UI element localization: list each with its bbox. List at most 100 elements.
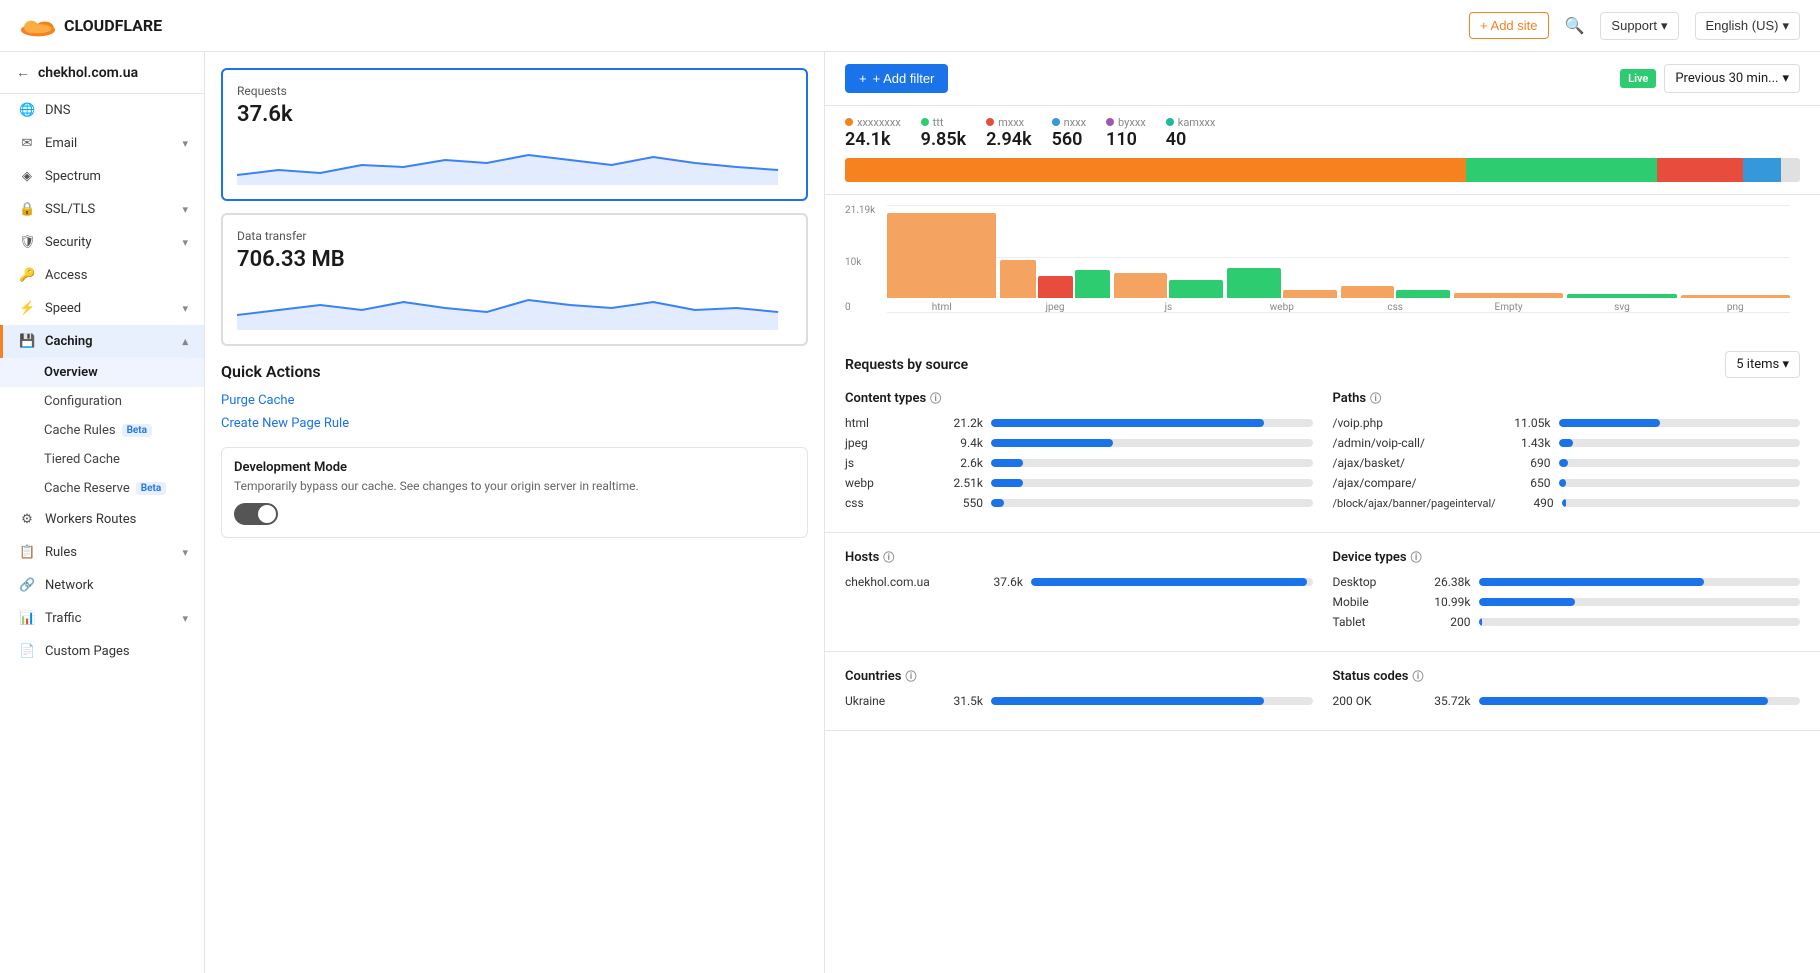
sidebar-label-rules: Rules [45, 545, 77, 560]
countries-info-icon: ⓘ [905, 668, 916, 684]
dns-icon: 🌐 [19, 103, 35, 118]
sidebar-sub-tiered-cache[interactable]: Tiered Cache [0, 445, 204, 474]
time-select-chevron: ▾ [1782, 71, 1789, 86]
body-wrap: ← chekhol.com.ua 🌐 DNS ✉ Email ▾ ◈ Spect… [0, 52, 1820, 973]
sidebar-label-dns: DNS [45, 103, 71, 118]
sidebar-item-caching[interactable]: 💾 Caching ▴ [0, 325, 204, 358]
dot-4 [1106, 118, 1114, 126]
requests-card-title: Requests [237, 84, 792, 98]
stacked-bar [845, 158, 1800, 182]
items-select[interactable]: 5 items ▾ [1725, 351, 1800, 378]
custom-pages-icon: 📄 [19, 644, 35, 659]
source-col-device-types: Device types ⓘ Desktop 26.38k Mobile 10.… [1333, 549, 1801, 635]
spectrum-icon: ◈ [19, 169, 35, 184]
topnav: CLOUDFLARE + Add site 🔍 Support ▾ Englis… [0, 0, 1820, 52]
search-button[interactable]: 🔍 [1565, 16, 1585, 36]
requests-card-value: 37.6k [237, 102, 792, 127]
toggle-knob [258, 505, 276, 523]
requests-by-source: Requests by source 5 items ▾ Content typ… [825, 335, 1820, 533]
add-site-button[interactable]: + Add site [1469, 12, 1548, 39]
source-row-ajax-compare: /ajax/compare/ 650 [1333, 476, 1801, 490]
hosts-device-columns: Hosts ⓘ chekhol.com.ua 37.6k Device [845, 549, 1800, 635]
dev-mode-toggle[interactable]: ✕ [234, 503, 278, 525]
summary-item-1: ttt 9.85k [921, 116, 966, 150]
right-panel-header: + + Add filter Live Previous 30 min... ▾ [825, 52, 1820, 106]
bar-jpeg-1 [1038, 276, 1073, 298]
sidebar-sub-overview[interactable]: Overview [0, 358, 204, 387]
bar-label-webp: webp [1270, 302, 1294, 313]
sidebar-item-spectrum[interactable]: ◈ Spectrum [0, 160, 204, 193]
logo-area: CLOUDFLARE [20, 14, 162, 38]
sidebar-label-email: Email [45, 136, 77, 151]
sidebar-item-traffic[interactable]: 📊 Traffic ▾ [0, 602, 204, 635]
sidebar-item-network[interactable]: 🔗 Network [0, 569, 204, 602]
sidebar-sub-configuration[interactable]: Configuration [0, 387, 204, 416]
source-columns: Content types ⓘ html 21.2k jpeg 9.4k [845, 390, 1800, 516]
source-row-ukraine: Ukraine 31.5k [845, 694, 1313, 708]
sidebar-label-custom-pages: Custom Pages [45, 644, 130, 659]
sidebar-sub-cache-reserve[interactable]: Cache Reserve Beta [0, 474, 204, 503]
purge-cache-link[interactable]: Purge Cache [221, 393, 808, 408]
bar-css-0 [1341, 286, 1395, 298]
sidebar-label-access: Access [45, 268, 87, 283]
status-codes-title: Status codes ⓘ [1333, 668, 1801, 684]
requests-by-source-title: Requests by source [845, 357, 968, 373]
dot-1 [921, 118, 929, 126]
bar-label-css: css [1387, 302, 1403, 313]
requests-card: Requests 37.6k [221, 68, 808, 201]
bar-webp-1 [1283, 290, 1337, 298]
bar-label-empty: Empty [1495, 302, 1523, 313]
sidebar-item-dns[interactable]: 🌐 DNS [0, 94, 204, 127]
sidebar-account[interactable]: ← chekhol.com.ua [0, 52, 204, 94]
bar-label-svg: svg [1614, 302, 1630, 313]
cloudflare-logo-icon [20, 14, 56, 38]
time-controls: Live Previous 30 min... ▾ [1620, 64, 1800, 93]
stacked-bar-segment-0 [845, 158, 1466, 182]
sidebar-item-custom-pages[interactable]: 📄 Custom Pages [0, 635, 204, 668]
language-button[interactable]: English (US) ▾ [1695, 12, 1801, 40]
email-icon: ✉ [19, 136, 35, 151]
bar-svg-0 [1567, 294, 1676, 298]
quick-actions-title: Quick Actions [221, 362, 808, 381]
sidebar-sub-cache-rules[interactable]: Cache Rules Beta [0, 416, 204, 445]
support-button[interactable]: Support ▾ [1600, 12, 1678, 40]
dev-mode-title: Development Mode [234, 460, 795, 475]
data-transfer-mini-chart [237, 280, 792, 330]
caching-icon: 💾 [19, 334, 35, 349]
time-select-label: Previous 30 min... [1675, 71, 1778, 86]
sidebar-item-workers-routes[interactable]: ⚙ Workers Routes [0, 503, 204, 536]
source-row-ajax-basket: /ajax/basket/ 690 [1333, 456, 1801, 470]
source-row-css: css 550 [845, 496, 1313, 510]
left-panel: Requests 37.6k Data transfer 706.33 MB [205, 52, 825, 973]
create-page-rule-link[interactable]: Create New Page Rule [221, 416, 808, 431]
summary-item-4: byxxx 110 [1106, 116, 1146, 150]
summary-bar: xxxxxxxx 24.1k ttt 9.85k mxxx 2.94k nx [825, 106, 1820, 195]
sidebar-item-email[interactable]: ✉ Email ▾ [0, 127, 204, 160]
workers-icon: ⚙ [19, 512, 35, 527]
time-select[interactable]: Previous 30 min... ▾ [1664, 64, 1800, 93]
sidebar-label-workers-routes: Workers Routes [45, 512, 136, 527]
email-chevron: ▾ [182, 137, 188, 150]
dot-3 [1052, 118, 1060, 126]
add-filter-button[interactable]: + + Add filter [845, 64, 948, 93]
ssl-icon: 🔒 [19, 202, 35, 217]
sidebar-item-security[interactable]: 🛡 Security ▾ [0, 226, 204, 259]
y-label-zero: 0 [845, 302, 851, 313]
sidebar-item-ssl[interactable]: 🔒 SSL/TLS ▾ [0, 193, 204, 226]
paths-title: Paths ⓘ [1333, 390, 1801, 406]
security-icon: 🛡 [19, 235, 35, 250]
source-row-jpeg: jpeg 9.4k [845, 436, 1313, 450]
bar-label-png: png [1727, 302, 1744, 313]
data-transfer-card: Data transfer 706.33 MB [221, 213, 808, 346]
speed-icon: ⚡ [19, 301, 35, 316]
source-col-countries: Countries ⓘ Ukraine 31.5k [845, 668, 1313, 714]
source-col-status-codes: Status codes ⓘ 200 OK 35.72k [1333, 668, 1801, 714]
source-row-mobile: Mobile 10.99k [1333, 595, 1801, 609]
sidebar-item-rules[interactable]: 📋 Rules ▾ [0, 536, 204, 569]
back-icon: ← [16, 64, 30, 81]
sidebar-item-access[interactable]: 🔑 Access [0, 259, 204, 292]
quick-actions: Quick Actions Purge Cache Create New Pag… [221, 362, 808, 431]
main-content: Requests 37.6k Data transfer 706.33 MB [205, 52, 1820, 973]
sidebar-item-speed[interactable]: ⚡ Speed ▾ [0, 292, 204, 325]
source-row-voip: /voip.php 11.05k [1333, 416, 1801, 430]
